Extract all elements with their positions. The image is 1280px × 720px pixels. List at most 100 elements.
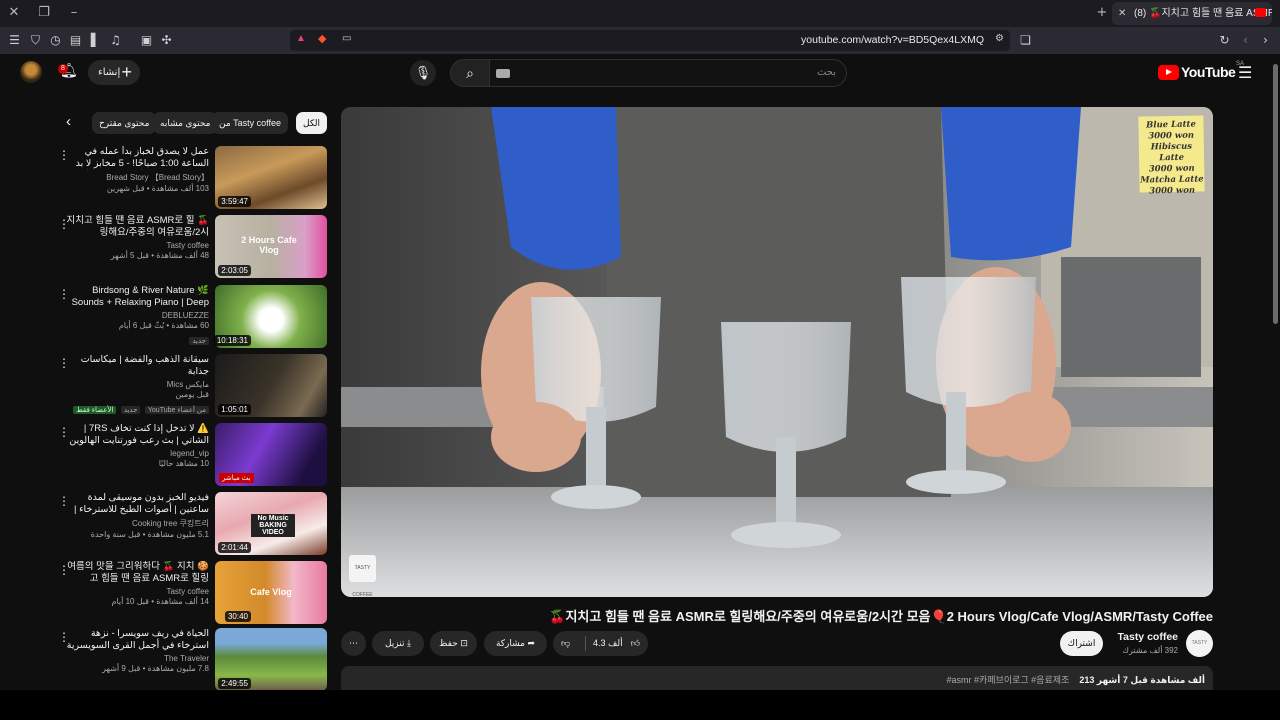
- channel-name[interactable]: The Traveler: [64, 654, 209, 663]
- related-video[interactable]: Cafe Vlog 30:40 🍪 여름의 맛을 그리워하다 🍒 지치고 힘들 …: [55, 561, 327, 625]
- search-placeholder: بحث: [816, 67, 836, 78]
- avatar[interactable]: [20, 61, 42, 83]
- tab-title: (8) 🍒지치고 힘들 땐 음료 ASMR: [1134, 8, 1272, 19]
- channel-name[interactable]: legend_vip: [64, 449, 209, 458]
- channel-watermark[interactable]: TASTY COFFEE: [349, 555, 376, 598]
- video-title[interactable]: فيديو الخبز بدون موسيقى لمدة ساعتين | أص…: [64, 492, 209, 516]
- video-title[interactable]: 🌿 Birdsong & River Nature Sounds + Relax…: [64, 285, 209, 309]
- window-titlebar: ✕ ❐ – + ✕ (8) 🍒지치고 힘들 땐 음료 ASMR: [0, 0, 1280, 27]
- minimize-window-icon[interactable]: –: [64, 4, 84, 22]
- tab-close-icon[interactable]: ✕: [1118, 2, 1126, 25]
- share-button[interactable]: مشاركة ➦: [484, 631, 547, 656]
- related-video[interactable]: 10:18:31 🌿 Birdsong & River Nature Sound…: [55, 285, 327, 349]
- browser-tab[interactable]: ✕ (8) 🍒지치고 힘들 땐 음료 ASMR: [1112, 2, 1272, 25]
- related-video[interactable]: No Music BAKING VIDEO 2:01:44 فيديو الخب…: [55, 492, 327, 556]
- new-tab-icon[interactable]: +: [1092, 4, 1112, 22]
- video-title[interactable]: 🍒 지치고 힘들 땐 음료 ASMR로 힐링해요/주중의 여유로움/2시: [64, 215, 209, 239]
- related-video[interactable]: بث مباشر ⚠️ لا تدخل إذا كنت تخاف 7RS | ا…: [55, 423, 327, 487]
- more-actions-icon[interactable]: ⋮: [58, 148, 70, 162]
- thumbnail-text: No Music BAKING VIDEO: [251, 514, 295, 537]
- video-player[interactable]: [341, 107, 1213, 597]
- channel-name[interactable]: Tasty coffee: [64, 587, 209, 596]
- more-actions-icon[interactable]: ⋮: [58, 630, 70, 644]
- description-box[interactable]: #asmr #카페브이로그 #음료제조 213 ألف مشاهدة قبل 7…: [341, 666, 1213, 690]
- dislike-icon[interactable]: 👎︎: [561, 631, 570, 656]
- related-video[interactable]: 2:49:55 الحياة في ريف سويسرا - نزهة استر…: [55, 628, 327, 692]
- thumbnail-text: 2 Hours Cafe Vlog: [241, 235, 297, 255]
- chip-recommended[interactable]: محتوى مقترح: [92, 112, 157, 134]
- more-actions-icon[interactable]: ⋮: [58, 287, 70, 301]
- reload-icon[interactable]: ↻: [1216, 32, 1233, 49]
- browser-toolbar: ☰ ⛉ ◷ ▤ ▌ ♫ ▣ ✣ ▲ ◆ ▭ youtube.com/watch?…: [0, 27, 1280, 54]
- more-actions-button[interactable]: ⋯: [341, 631, 366, 656]
- triangle-icon[interactable]: ▲: [296, 33, 306, 44]
- shield-icon[interactable]: ⛉: [27, 32, 44, 49]
- channel-avatar[interactable]: TASTY: [1186, 630, 1213, 657]
- menu-icon[interactable]: ☰: [6, 32, 23, 49]
- price-note: Blue Latte 3000 won Hibiscus Latte 3000 …: [1138, 115, 1205, 196]
- video-title[interactable]: 🍪 여름의 맛을 그리워하다 🍒 지치고 힘들 땐 음료 ASMR로 힐링: [64, 561, 209, 585]
- related-video[interactable]: 1:05:01 سيقانة الذهب والفضة | ميكاسات جذ…: [55, 354, 327, 418]
- channel-name[interactable]: DEBLUEZZE: [64, 311, 209, 320]
- more-actions-icon[interactable]: ⋮: [58, 356, 70, 370]
- like-count[interactable]: 4.3 ألف: [593, 631, 623, 656]
- sidebar-icon[interactable]: ▌: [87, 32, 104, 49]
- channel-name[interactable]: Cooking tree 쿠킹트리: [64, 518, 209, 529]
- download-button[interactable]: تنزيل ⤓: [372, 631, 424, 656]
- voice-search-icon[interactable]: 🎙︎: [410, 60, 436, 86]
- tabs-icon[interactable]: ▤: [67, 32, 84, 49]
- youtube-members-badge: من أعضاء YouTube: [144, 406, 209, 414]
- forward-icon[interactable]: ›: [1257, 32, 1274, 49]
- chip-all[interactable]: الكل: [296, 112, 328, 134]
- address-bar[interactable]: ▲ ◆ ▭ youtube.com/watch?v=BD5Qex4LXMQ ⚙: [290, 30, 1010, 51]
- brave-shield-icon[interactable]: ◆: [318, 32, 326, 45]
- like-icon[interactable]: 👍︎: [631, 631, 640, 656]
- channel-name[interactable]: Bread Story 【Bread Story】: [64, 172, 209, 183]
- keyboard-icon[interactable]: [496, 69, 510, 78]
- bookmark-icon[interactable]: ❏: [1017, 32, 1034, 49]
- create-button[interactable]: إنشاء +: [88, 60, 140, 85]
- chip-from-channel[interactable]: من Tasty coffee: [212, 112, 289, 134]
- scrollbar-thumb[interactable]: [1273, 64, 1278, 324]
- chip-related[interactable]: محتوى مشابه: [153, 112, 218, 134]
- video-title[interactable]: عمل لا يصدق لخباز بدأ عمله في الساعة 1:0…: [64, 146, 209, 170]
- search-button[interactable]: ⌕: [450, 59, 490, 87]
- reader-icon[interactable]: ▭: [342, 33, 351, 44]
- bookmark-save-icon: ⊡: [460, 638, 468, 648]
- wallet-icon[interactable]: ▣: [138, 32, 155, 49]
- more-actions-icon[interactable]: ⋮: [58, 563, 70, 577]
- video-title[interactable]: الحياة في ريف سويسرا - نزهة استرخاء في أ…: [64, 628, 209, 652]
- back-icon[interactable]: ‹: [1237, 32, 1254, 49]
- restore-window-icon[interactable]: ❐: [34, 4, 54, 22]
- close-window-icon[interactable]: ✕: [4, 4, 24, 22]
- view-count: 48 ألف مشاهدة • قبل 5 أشهر: [110, 251, 209, 260]
- thumbnail-text: Cafe Vlog: [250, 587, 292, 597]
- guide-menu-icon[interactable]: ☰: [1238, 63, 1252, 83]
- subscribe-button[interactable]: اشتراك: [1060, 631, 1103, 656]
- channel-name[interactable]: Tasty coffee: [64, 241, 209, 250]
- history-icon[interactable]: ◷: [47, 32, 64, 49]
- search-input[interactable]: بحث: [489, 59, 847, 87]
- video-thumbnail[interactable]: بث مباشر: [215, 423, 327, 486]
- more-actions-icon[interactable]: ⋮: [58, 425, 70, 439]
- chevron-left-icon[interactable]: ‹: [66, 113, 80, 130]
- channel-name-main[interactable]: Tasty coffee: [1118, 631, 1179, 643]
- save-button[interactable]: حفظ ⊡: [430, 631, 477, 656]
- page-scrollbar[interactable]: [1271, 54, 1280, 690]
- music-icon[interactable]: ♫: [107, 32, 124, 49]
- settings-icon[interactable]: ⚙: [995, 33, 1004, 44]
- share-icon: ➦: [527, 638, 536, 648]
- hashtags[interactable]: #asmr #카페브이로그 #음료제조: [946, 675, 1069, 685]
- video-title[interactable]: ⚠️ لا تدخل إذا كنت تخاف 7RS | الشاتي | ب…: [64, 423, 209, 447]
- more-actions-icon[interactable]: ⋮: [58, 494, 70, 508]
- view-count: 103 ألف مشاهدة • قبل شهرين: [106, 184, 209, 193]
- download-icon: ⤓: [407, 638, 411, 648]
- new-badge: جديد: [189, 337, 209, 345]
- view-date: 213 ألف مشاهدة قبل 7 أشهر: [1079, 675, 1205, 685]
- more-actions-icon[interactable]: ⋮: [58, 217, 70, 231]
- extensions-icon[interactable]: ✣: [158, 32, 175, 49]
- related-video[interactable]: 2 Hours Cafe Vlog 2:03:05 🍒 지치고 힘들 땐 음료 …: [55, 215, 327, 279]
- related-video[interactable]: 3:59:47 عمل لا يصدق لخباز بدأ عمله في ال…: [55, 146, 327, 210]
- video-title[interactable]: سيقانة الذهب والفضة | ميكاسات جذابة: [64, 354, 209, 378]
- channel-name[interactable]: مايكس Mics: [64, 380, 209, 389]
